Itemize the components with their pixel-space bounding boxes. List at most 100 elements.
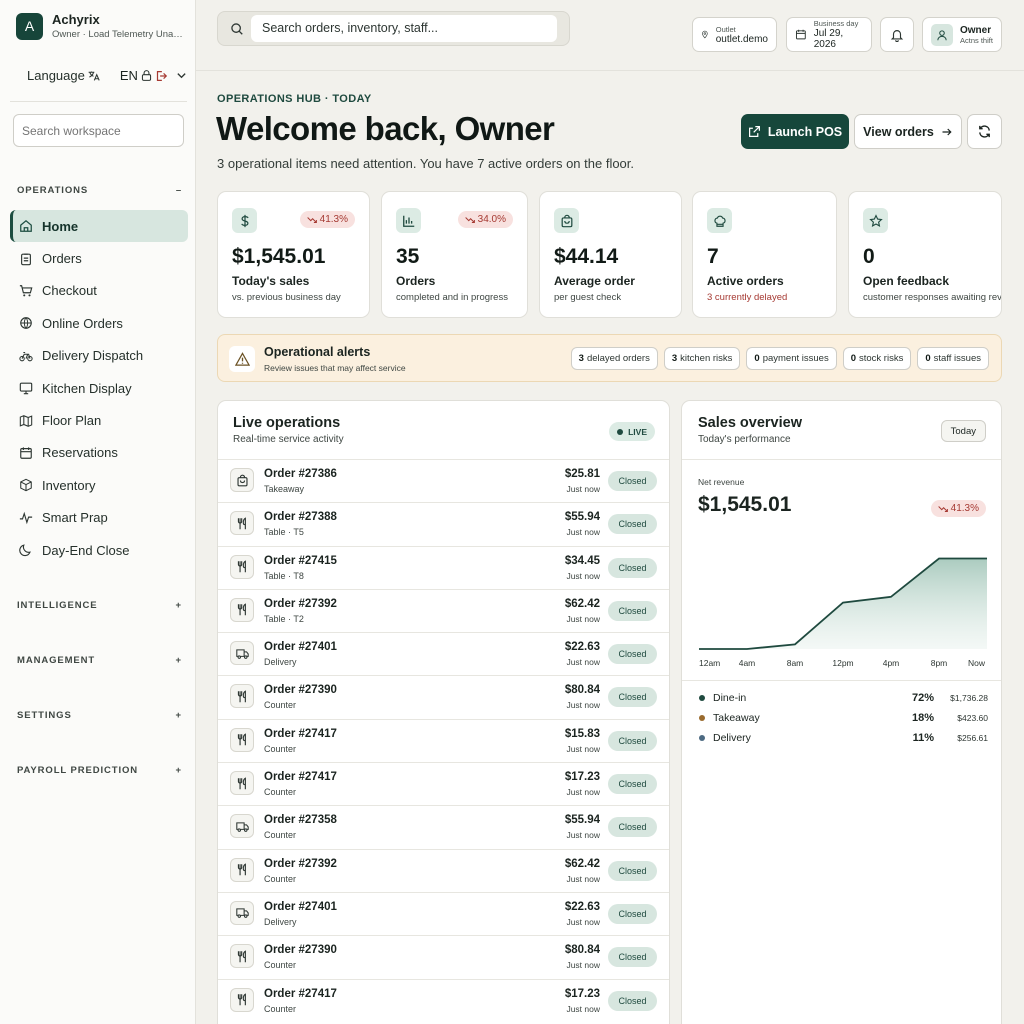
range-selector[interactable]: Today	[940, 420, 986, 442]
sidebar-item-kitchen-display[interactable]: Kitchen Display	[10, 372, 188, 404]
alerts-subtitle: Review issues that may affect service	[264, 363, 406, 373]
alert-pill-payment-issues[interactable]: 0 payment issues	[746, 347, 837, 370]
section-collapse-icon[interactable]: –	[176, 185, 182, 196]
order-time: Just now	[566, 743, 600, 754]
kpi-description: vs. previous business day	[232, 292, 341, 303]
pill-label: staff issues	[933, 353, 981, 364]
sidebar-item-home[interactable]: Home	[10, 210, 188, 243]
sidebar-item-floor-plan[interactable]: Floor Plan	[10, 404, 188, 436]
section-settings[interactable]: SETTINGS +	[17, 710, 182, 721]
outlet-selector[interactable]: Outlet outlet.demo	[692, 17, 777, 52]
section-intelligence[interactable]: INTELLIGENCE +	[17, 600, 182, 611]
kpi-value: 35	[396, 245, 420, 268]
order-row[interactable]: Order #27390 Counter $80.84 Just now Closed	[218, 935, 669, 978]
channel-dot	[699, 695, 705, 701]
order-row[interactable]: Order #27417 Counter $15.83 Just now Closed	[218, 718, 669, 762]
sidebar-item-orders[interactable]: Orders	[10, 242, 188, 274]
order-time: Just now	[566, 484, 600, 494]
order-row[interactable]: Order #27358 Counter $55.94 Just now Closed	[218, 805, 669, 848]
bag-icon	[561, 214, 572, 227]
alert-pill-stock-risks[interactable]: 0 stock risks	[842, 347, 912, 370]
sidebar-item-delivery-dispatch[interactable]: Delivery Dispatch	[10, 340, 188, 372]
section-management[interactable]: MANAGEMENT +	[17, 655, 182, 666]
divider	[682, 459, 1001, 460]
kpi-card-sales[interactable]: 41.3% $1,545.01 Today's sales vs. previo…	[217, 191, 370, 318]
translate-icon	[88, 71, 100, 81]
chevron-down-icon[interactable]	[176, 70, 187, 81]
utensils-icon	[237, 863, 246, 876]
language-select[interactable]: EN	[120, 68, 138, 83]
order-row[interactable]: Order #27417 Counter $17.23 Just now Closed	[218, 762, 669, 805]
launch-pos-button[interactable]: Launch POS	[741, 114, 849, 149]
sidebar-item-inventory[interactable]: Inventory	[10, 469, 188, 501]
order-row[interactable]: Order #27401 Delivery $22.63 Just now Closed	[218, 632, 669, 675]
order-amount: $17.23	[564, 987, 600, 1000]
sidebar-item-day-end-close[interactable]: Day-End Close	[10, 534, 188, 566]
brand[interactable]: A Achyrix Owner · Load Telemetry Unavail…	[16, 12, 184, 40]
section-operations[interactable]: OPERATIONS –	[17, 185, 182, 196]
order-type: Counter	[264, 960, 297, 971]
kpi-delta-value: 41.3%	[319, 214, 348, 225]
kpi-card-open-feedback[interactable]: 0 Open feedback customer responses await…	[848, 191, 1002, 318]
section-expand-icon[interactable]: +	[176, 600, 182, 611]
order-name: Order #27388	[264, 511, 337, 524]
sidebar-item-smart-prap[interactable]: Smart Prap	[10, 502, 188, 534]
utensils-icon	[237, 776, 246, 789]
user-menu[interactable]: Owner Actns thift	[922, 17, 1002, 52]
order-status-badge[interactable]: Closed	[608, 817, 657, 838]
sidebar-item-reservations[interactable]: Reservations	[10, 437, 188, 469]
alert-pill-delayed-orders[interactable]: 3 delayed orders	[570, 347, 658, 370]
order-status-badge[interactable]: Closed	[608, 471, 657, 491]
section-expand-icon[interactable]: +	[176, 765, 182, 776]
global-search[interactable]: Search orders, inventory, staff...	[217, 11, 570, 46]
order-row[interactable]: Order #27390 Counter $80.84 Just now Closed	[218, 675, 669, 718]
order-status-badge[interactable]: Closed	[608, 990, 657, 1011]
order-row[interactable]: Order #27388 Table · T5 $55.94 Just now Clos…	[218, 502, 669, 545]
order-status-badge[interactable]: Closed	[608, 557, 657, 578]
global-search-input[interactable]: Search orders, inventory, staff...	[251, 15, 557, 42]
kpi-card-orders[interactable]: 34.0% 35 Orders completed and in progres…	[381, 191, 528, 318]
kpi-card-average-order[interactable]: $44.14 Average order per guest check	[539, 191, 682, 318]
order-row[interactable]: Order #27417 Counter $17.23 Just now Closed	[218, 978, 669, 1022]
workspace-search-input[interactable]	[13, 114, 184, 147]
business-day-value: Jul 29, 2026	[813, 28, 844, 50]
logout-icon[interactable]	[154, 69, 168, 83]
order-status-badge[interactable]: Closed	[608, 860, 657, 881]
refresh-button[interactable]	[967, 114, 1002, 149]
order-status-badge[interactable]: Closed	[608, 600, 657, 621]
order-row[interactable]: Order #27392 Table · T2 $62.42 Just now Clos…	[218, 588, 669, 632]
order-status-badge[interactable]: Closed	[608, 514, 657, 535]
order-status-badge[interactable]: Closed	[608, 947, 657, 968]
order-status-badge[interactable]: Closed	[608, 730, 657, 751]
section-expand-icon[interactable]: +	[176, 710, 182, 721]
order-status-badge[interactable]: Closed	[608, 644, 657, 665]
language-label: Language	[27, 68, 85, 83]
order-type: Delivery	[264, 916, 297, 927]
channel-dot	[699, 715, 705, 721]
notifications-button[interactable]	[880, 17, 914, 52]
alert-pill-kitchen-risks[interactable]: 3 kitchen risks	[663, 347, 741, 370]
box-icon	[20, 479, 32, 492]
bike-icon	[19, 351, 33, 362]
order-row[interactable]: Order #27401 Delivery $22.63 Just now Closed	[218, 891, 669, 935]
order-status-badge[interactable]: Closed	[608, 687, 657, 708]
section-payroll-prediction[interactable]: PAYROLL PREDICTION +	[17, 765, 182, 776]
sidebar-item-checkout[interactable]: Checkout	[10, 275, 188, 307]
business-day-selector[interactable]: Business day Jul 29, 2026	[786, 17, 872, 52]
sidebar-item-online-orders[interactable]: Online Orders	[10, 307, 188, 339]
order-row[interactable]: Order #27386 Takeaway $25.81 Just now Closed	[218, 459, 669, 502]
alert-pill-staff-issues[interactable]: 0 staff issues	[917, 347, 989, 370]
utensils-icon	[237, 517, 246, 529]
view-orders-button[interactable]: View orders	[854, 114, 962, 149]
order-status-badge[interactable]: Closed	[608, 903, 657, 924]
order-status-badge[interactable]: Closed	[608, 774, 657, 795]
order-row[interactable]: Order #27392 Counter $62.42 Just now Closed	[218, 848, 669, 892]
order-row[interactable]: Order #27415 Table · T8 $34.45 Just now Clos…	[218, 545, 669, 589]
kpi-card-active-orders[interactable]: 7 Active orders 3 currently delayed	[692, 191, 837, 318]
x-tick-label: 8pm	[930, 658, 948, 668]
outlet-label: Outlet	[715, 24, 736, 34]
section-expand-icon[interactable]: +	[176, 655, 182, 666]
user-icon	[937, 29, 947, 40]
order-type-icon-wrap	[230, 900, 254, 925]
pill-count: 0	[925, 353, 931, 364]
